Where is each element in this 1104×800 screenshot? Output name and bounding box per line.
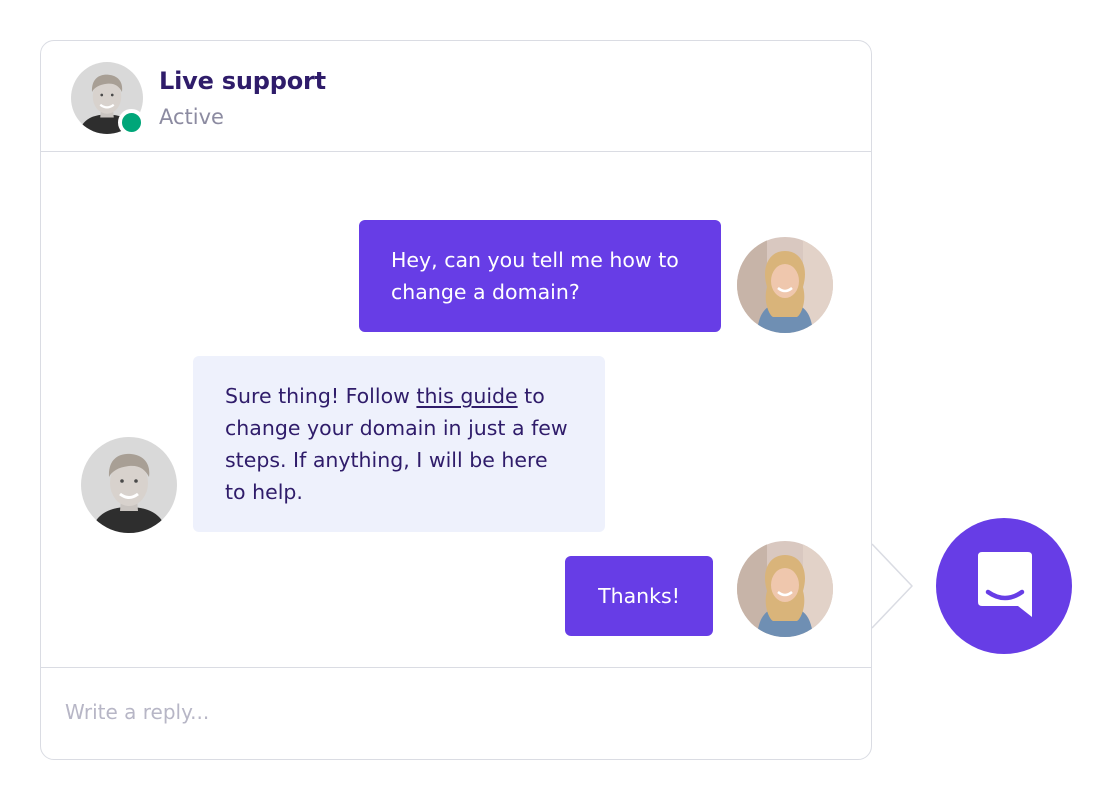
user-avatar [737,541,833,637]
chat-window-pointer [871,543,913,629]
agent-avatar [81,437,177,533]
online-status-dot [118,109,145,136]
message-bubble-user: Hey, can you tell me how to change a dom… [359,220,721,332]
chat-title: Live support [159,67,326,95]
guide-link[interactable]: this guide [416,384,517,408]
reply-input[interactable] [65,690,825,734]
chat-bubble-smile-icon [978,552,1032,617]
message-bubble-user: Thanks! [565,556,713,636]
agent-avatar-wrapper [71,62,145,136]
message-text: Sure thing! Follow [225,384,417,408]
chat-status: Active [159,105,224,129]
chat-header: Live support Active [41,41,871,152]
chat-window: Live support Active Hey, can you tell me… [40,40,872,760]
user-avatar [737,237,833,333]
message-bubble-agent: Sure thing! Follow this guide to change … [193,356,605,532]
chat-launcher-button[interactable] [936,518,1072,654]
reply-bar [41,667,871,759]
